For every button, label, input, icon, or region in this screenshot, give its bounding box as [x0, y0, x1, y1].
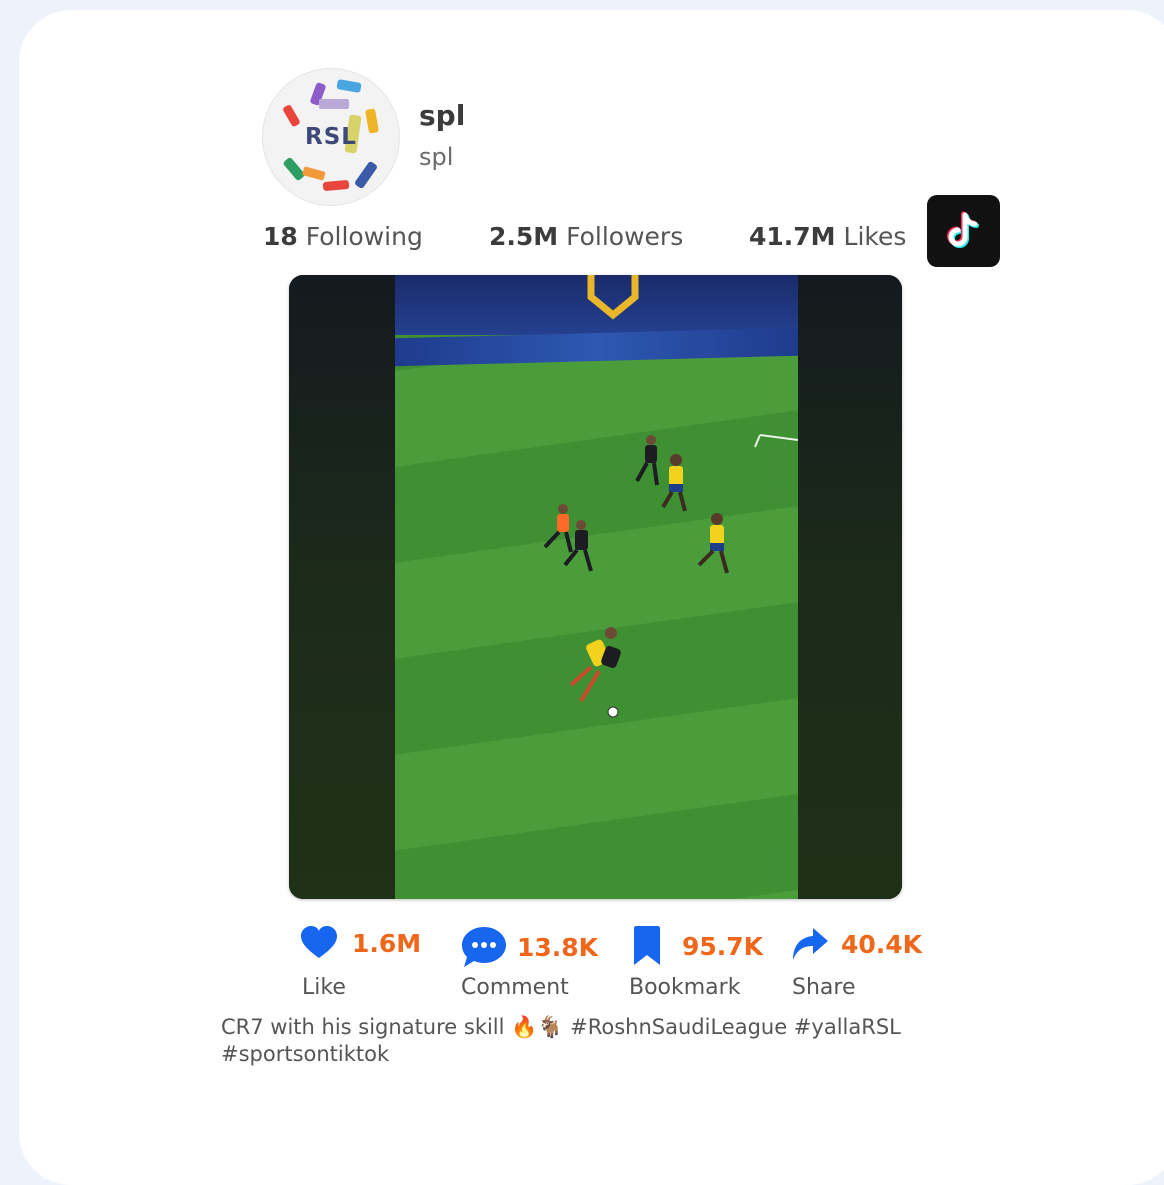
match-players [543, 434, 798, 718]
video-player[interactable] [289, 275, 902, 899]
video-frame [395, 275, 798, 899]
comment-label: Comment [461, 975, 569, 1000]
followers-label: Followers [566, 222, 684, 251]
share-button[interactable]: 40.4K [791, 926, 922, 962]
tiktok-note-icon [947, 211, 979, 248]
video-letterbox-left [289, 275, 395, 899]
likes-count: 41.7M [749, 222, 836, 251]
followers-count: 2.5M [489, 222, 559, 251]
profile-handle[interactable]: spl [419, 143, 453, 171]
likes-stat: 41.7M Likes [749, 222, 906, 251]
speech-bubble-icon [462, 927, 506, 967]
video-letterbox-right [798, 275, 902, 899]
share-count: 40.4K [841, 929, 923, 959]
like-label: Like [302, 975, 346, 1000]
share-label: Share [792, 975, 856, 1000]
like-count: 1.6M [352, 928, 422, 958]
following-count: 18 [263, 222, 298, 251]
tiktok-logo-icon[interactable] [927, 195, 1000, 267]
bookmark-count: 95.7K [682, 931, 764, 961]
bookmark-button[interactable]: 95.7K [633, 926, 763, 966]
comment-count: 13.8K [517, 932, 599, 962]
bookmark-label: Bookmark [629, 975, 741, 1000]
comment-button[interactable]: 13.8K [461, 926, 598, 968]
following-stat: 18 Following [263, 222, 423, 251]
avatar-text: RSL [305, 124, 357, 150]
video-caption: CR7 with his signature skill 🔥🐐 #RoshnSa… [221, 1015, 901, 1066]
heart-icon [301, 926, 337, 958]
profile-name[interactable]: spl [419, 99, 465, 132]
share-arrow-icon [793, 928, 828, 960]
followers-stat: 2.5M Followers [489, 222, 683, 251]
like-button[interactable]: 1.6M [300, 926, 421, 960]
following-label: Following [305, 222, 423, 251]
profile-avatar[interactable]: RSL [262, 68, 400, 206]
likes-label: Likes [843, 222, 907, 251]
bookmark-icon [634, 926, 660, 965]
